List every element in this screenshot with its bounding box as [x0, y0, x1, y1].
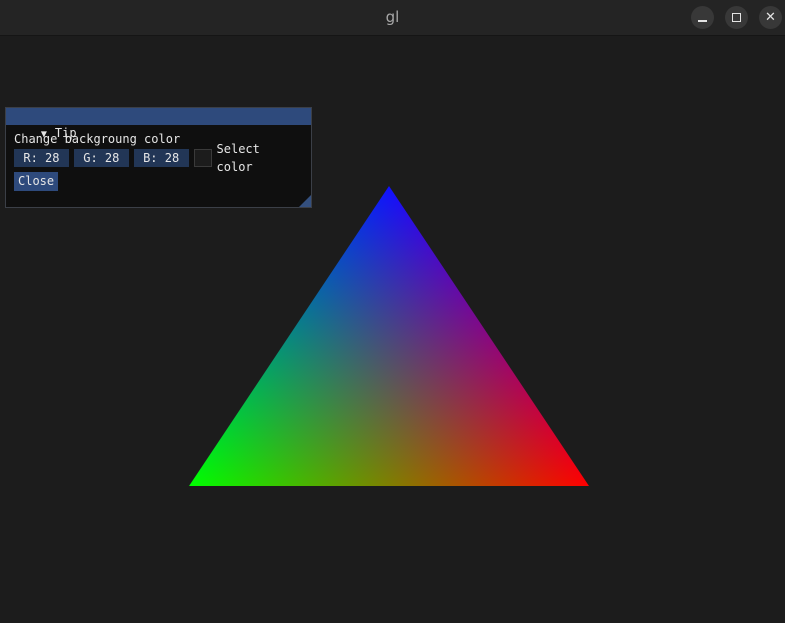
close-window-button[interactable]: ✕ [759, 6, 782, 29]
triangle-svg [189, 186, 589, 486]
tip-panel-body: Change backgroung color R: 28 G: 28 B: 2… [6, 125, 311, 197]
color-row: R: 28 G: 28 B: 28 Select color [14, 142, 303, 174]
window-title: gl [385, 8, 400, 26]
blue-drag-field[interactable]: B: 28 [133, 149, 189, 167]
select-color-label: Select color [216, 142, 260, 174]
minimize-button[interactable] [691, 6, 714, 29]
maximize-icon [732, 13, 741, 22]
color-swatch-button[interactable] [193, 149, 212, 167]
triangle-red-layer [189, 186, 589, 486]
minimize-icon [698, 20, 707, 22]
resize-grip[interactable] [299, 195, 311, 207]
maximize-button[interactable] [725, 6, 748, 29]
close-icon: ✕ [765, 10, 776, 25]
rgb-triangle [189, 186, 590, 487]
red-drag-field[interactable]: R: 28 [14, 149, 69, 167]
window-titlebar[interactable]: gl ✕ [0, 0, 785, 36]
tip-panel[interactable]: ▼ Tip Change backgroung color R: 28 G: 28… [5, 107, 312, 208]
green-drag-field[interactable]: G: 28 [73, 149, 129, 167]
tip-panel-header[interactable]: ▼ Tip [6, 108, 311, 140]
close-button[interactable]: Close [14, 172, 59, 191]
